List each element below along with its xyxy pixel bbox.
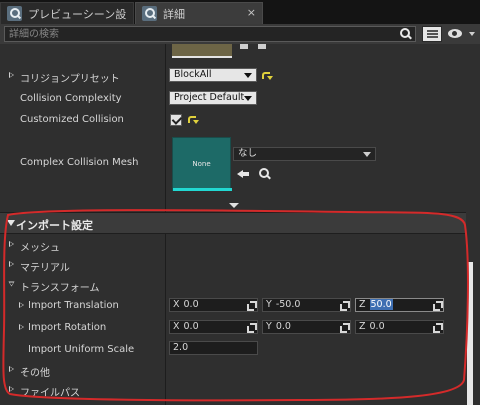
expand-arrow-icon[interactable] — [19, 324, 24, 330]
search-input[interactable] — [5, 27, 415, 41]
category-title: インポート設定 — [16, 219, 93, 232]
category-mesh-label: メッシュ — [20, 243, 60, 254]
translation-z-field[interactable]: Z 50.0 — [355, 298, 444, 312]
use-selected-asset-icon[interactable] — [237, 169, 249, 179]
rotation-x-value: 0.0 — [183, 321, 199, 332]
axis-label: Z — [359, 299, 366, 310]
translation-y-field[interactable]: Y -50.0 — [262, 298, 351, 312]
drag-handle-icon[interactable] — [433, 323, 443, 333]
import-rotation-label: Import Rotation — [28, 322, 107, 333]
rotation-z-field[interactable]: Z 0.0 — [355, 320, 444, 334]
translation-x-field[interactable]: X 0.0 — [169, 298, 258, 312]
tab-label: 詳細 — [163, 7, 185, 21]
category-filepath[interactable]: ファイルパス — [0, 380, 466, 400]
customized-collision-checkbox[interactable] — [170, 114, 182, 126]
chevron-down-icon — [363, 152, 371, 157]
axis-label: X — [173, 299, 180, 310]
close-icon[interactable]: × — [247, 6, 256, 19]
category-misc-label: その他 — [20, 368, 50, 379]
drag-handle-icon[interactable] — [433, 301, 443, 311]
axis-label: X — [173, 321, 180, 332]
expand-arrow-icon[interactable] — [9, 72, 14, 78]
customized-collision-row: Customized Collision — [0, 110, 466, 130]
uniform-scale-field[interactable]: 2.0 — [169, 341, 258, 355]
expand-arrow-icon[interactable] — [9, 241, 14, 247]
complex-collision-mesh-row: Complex Collision Mesh — [0, 132, 466, 196]
complex-collision-mesh-label: Complex Collision Mesh — [20, 157, 139, 168]
expand-arrow-icon[interactable] — [9, 261, 14, 267]
collision-complexity-label: Collision Complexity — [20, 93, 122, 104]
search-box — [4, 26, 416, 42]
advanced-expander[interactable] — [0, 201, 466, 211]
collision-preset-label: コリジョンプリセット — [20, 74, 120, 85]
tab-preview-scene-settings[interactable]: プレビューシーン設 — [0, 2, 134, 24]
collision-preset-row: コリジョンプリセット BlockAll — [0, 66, 466, 86]
reset-to-default-icon[interactable] — [188, 116, 199, 124]
chevron-down-icon[interactable] — [469, 32, 475, 36]
collision-preset-dropdown[interactable]: BlockAll — [169, 68, 257, 82]
search-row — [0, 24, 480, 44]
category-transform-label: トランスフォーム — [20, 283, 100, 294]
reset-to-default-icon[interactable] — [262, 72, 273, 80]
category-material-label: マテリアル — [20, 263, 70, 274]
rotation-y-value: 0.0 — [275, 321, 291, 332]
expand-arrow-icon[interactable] — [9, 386, 14, 392]
axis-label: Z — [359, 321, 366, 332]
chevron-down-icon — [244, 96, 252, 101]
import-translation-row: Import Translation X 0.0 Y -50.0 Z 50.0 — [0, 296, 466, 318]
tab-label: プレビューシーン設 — [28, 7, 127, 21]
expand-arrow-icon[interactable] — [19, 302, 24, 308]
collision-complexity-dropdown[interactable]: Project Default — [169, 91, 257, 105]
chevron-down-icon — [244, 73, 252, 78]
import-translation-label: Import Translation — [28, 300, 119, 311]
category-header-import-settings[interactable]: インポート設定 — [0, 212, 466, 234]
customized-collision-label: Customized Collision — [20, 114, 124, 125]
rotation-x-field[interactable]: X 0.0 — [169, 320, 258, 334]
eye-icon[interactable] — [448, 28, 466, 40]
translation-x-value: 0.0 — [183, 299, 199, 310]
category-filepath-label: ファイルパス — [20, 388, 80, 399]
collision-complexity-row: Collision Complexity Project Default — [0, 89, 466, 109]
drag-handle-icon[interactable] — [247, 323, 257, 333]
drag-handle-icon[interactable] — [340, 301, 350, 311]
translation-y-value: -50.0 — [275, 299, 301, 310]
details-icon — [142, 6, 157, 21]
mesh-asset-picker[interactable]: なし — [233, 147, 376, 161]
import-rotation-row: Import Rotation X 0.0 Y 0.0 Z 0.0 — [0, 318, 466, 340]
property-matrix-button[interactable] — [422, 26, 442, 42]
axis-label: Y — [266, 321, 272, 332]
drag-handle-icon[interactable] — [247, 301, 257, 311]
mesh-asset-value: なし — [238, 148, 258, 159]
collapse-arrow-icon — [7, 220, 15, 226]
axis-label: Y — [266, 299, 272, 310]
collision-complexity-value: Project Default — [174, 92, 245, 103]
drag-handle-icon[interactable] — [340, 323, 350, 333]
translation-z-value: 50.0 — [369, 299, 393, 310]
category-misc[interactable]: その他 — [0, 360, 466, 380]
expand-arrow-icon[interactable] — [9, 366, 14, 372]
import-uniform-scale-label: Import Uniform Scale — [28, 344, 135, 355]
details-panel: コリジョンプリセット BlockAll Collision Complexity… — [0, 44, 480, 405]
browse-asset-icon[interactable] — [259, 168, 271, 180]
category-mesh[interactable]: メッシュ — [0, 235, 466, 255]
rotation-z-value: 0.0 — [369, 321, 385, 332]
rotation-y-field[interactable]: Y 0.0 — [262, 320, 351, 334]
thumbnail-actions — [240, 44, 280, 54]
tab-details[interactable]: 詳細 × — [135, 2, 263, 24]
tab-bar: プレビューシーン設 詳細 × — [0, 0, 480, 24]
category-material[interactable]: マテリアル — [0, 255, 466, 275]
collapse-arrow-icon[interactable] — [8, 281, 15, 287]
uniform-scale-value: 2.0 — [173, 342, 189, 353]
mesh-thumbnail[interactable]: None — [172, 137, 232, 191]
category-transform[interactable]: トランスフォーム — [0, 275, 466, 295]
mesh-thumbnail-text: None — [192, 160, 211, 168]
search-icon[interactable] — [400, 28, 412, 40]
details-icon — [7, 6, 22, 21]
scrollbar-thumb[interactable] — [467, 262, 473, 405]
collision-preset-value: BlockAll — [174, 69, 212, 80]
material-thumbnail[interactable] — [172, 44, 232, 58]
